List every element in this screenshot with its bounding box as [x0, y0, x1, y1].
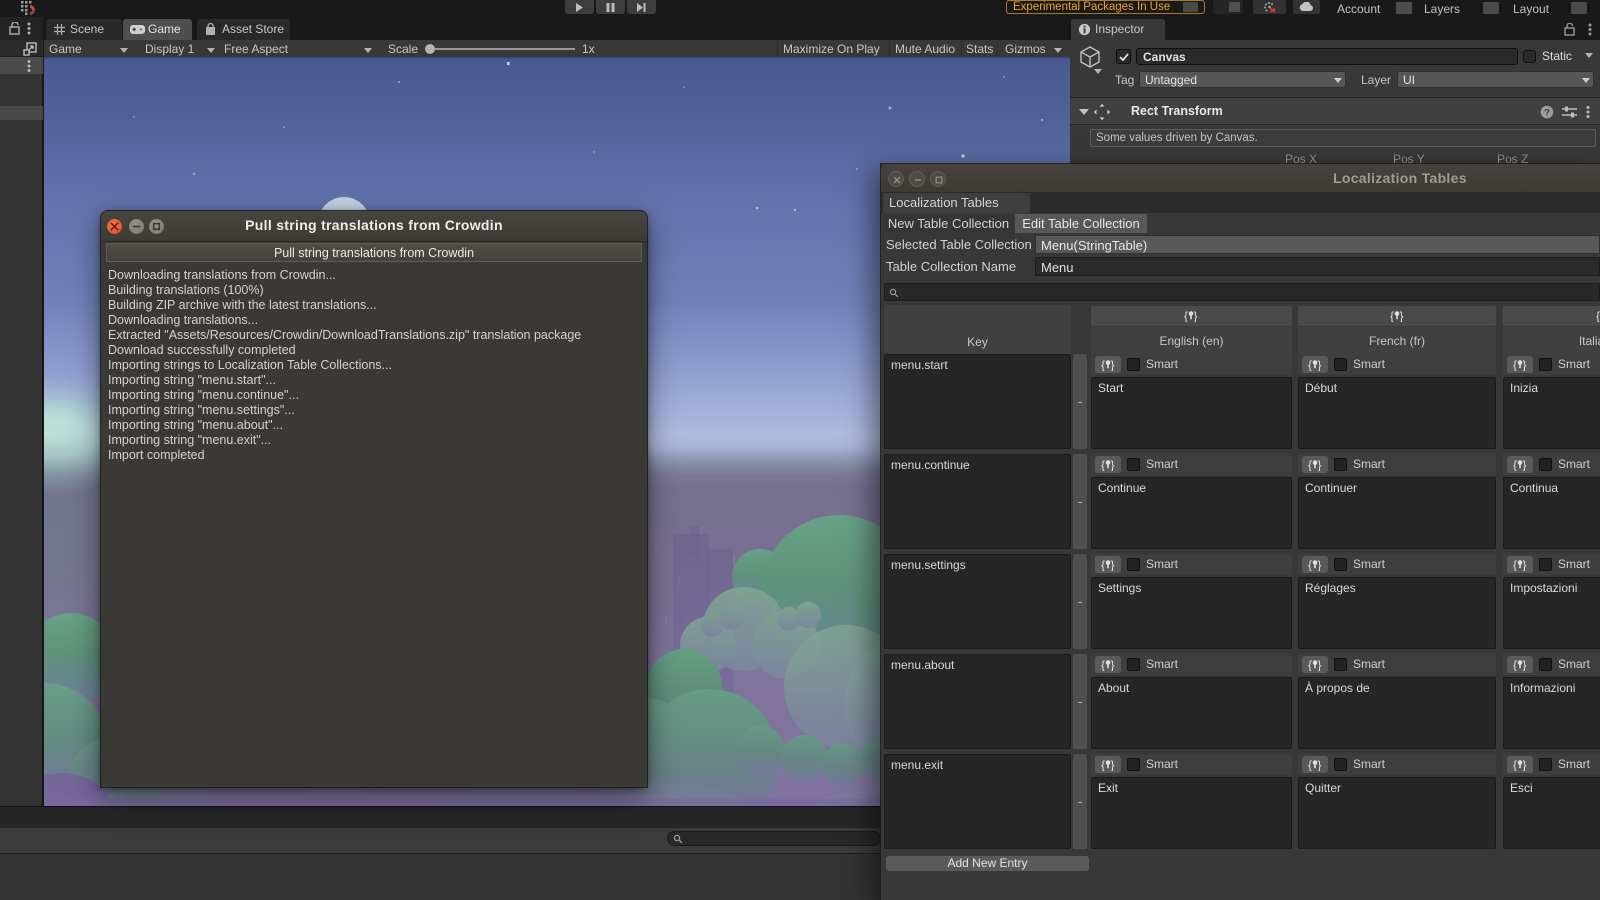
svg-text:}: }	[1318, 458, 1322, 471]
svg-text:{: {	[1101, 358, 1105, 371]
svg-text:}: }	[1111, 658, 1115, 671]
svg-text:{: {	[1101, 658, 1105, 671]
svg-text:}: }	[1523, 658, 1527, 671]
svg-text:{: {	[1184, 309, 1188, 322]
svg-text:{: {	[1513, 358, 1517, 371]
svg-text:{: {	[1513, 658, 1517, 671]
svg-text:{: {	[1101, 558, 1105, 571]
svg-text:}: }	[1318, 558, 1322, 571]
svg-text:}: }	[1111, 758, 1115, 771]
svg-text:}: }	[1318, 358, 1322, 371]
svg-text:}: }	[1111, 358, 1115, 371]
svg-text:}: }	[1523, 558, 1527, 571]
svg-text:{: {	[1308, 758, 1312, 771]
svg-text:{: {	[1513, 558, 1517, 571]
svg-text:}: }	[1318, 658, 1322, 671]
svg-text:{: {	[1308, 358, 1312, 371]
svg-text:{: {	[1513, 458, 1517, 471]
svg-text:}: }	[1194, 309, 1198, 322]
svg-text:{: {	[1390, 309, 1394, 322]
svg-text:}: }	[1523, 758, 1527, 771]
svg-text:{: {	[1308, 658, 1312, 671]
svg-text:?: ?	[1544, 108, 1550, 119]
svg-text:}: }	[1400, 309, 1404, 322]
svg-text:{: {	[1513, 758, 1517, 771]
svg-text:{: {	[1101, 458, 1105, 471]
svg-text:}: }	[1318, 758, 1322, 771]
svg-text:}: }	[1111, 558, 1115, 571]
svg-text:{: {	[1101, 758, 1105, 771]
svg-text:{: {	[1596, 309, 1600, 322]
svg-text:{: {	[1308, 458, 1312, 471]
svg-text:}: }	[1523, 458, 1527, 471]
svg-text:{: {	[1308, 558, 1312, 571]
svg-text:}: }	[1523, 358, 1527, 371]
svg-text:}: }	[1111, 458, 1115, 471]
